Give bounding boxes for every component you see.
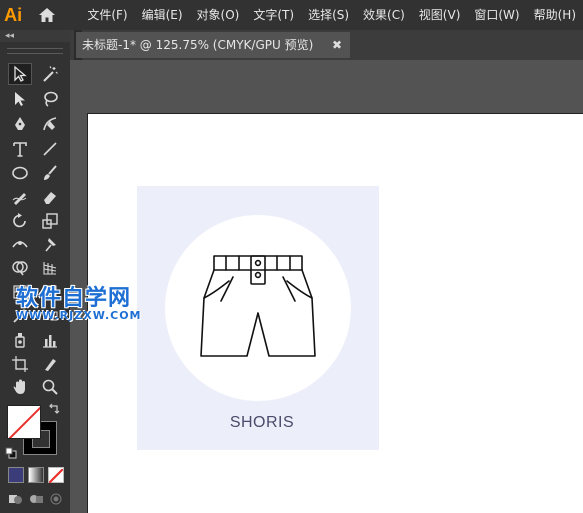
shape-builder-tool-icon[interactable] bbox=[8, 257, 32, 279]
menu-window[interactable]: 窗口(W) bbox=[467, 0, 526, 30]
lasso-tool-icon[interactable] bbox=[38, 88, 62, 110]
paintbrush-tool-icon[interactable] bbox=[38, 162, 62, 184]
menu-help[interactable]: 帮助(H) bbox=[527, 0, 583, 30]
gradient-mode-button[interactable] bbox=[28, 467, 44, 483]
rotate-tool-icon[interactable] bbox=[8, 210, 32, 232]
close-icon[interactable]: ✖ bbox=[332, 32, 342, 58]
menu-effect[interactable]: 效果(C) bbox=[356, 0, 412, 30]
column-graph-tool-icon[interactable] bbox=[38, 329, 62, 351]
scale-tool-icon[interactable] bbox=[38, 210, 62, 232]
draw-normal-icon[interactable] bbox=[8, 491, 24, 505]
home-icon[interactable] bbox=[34, 0, 60, 30]
draw-behind-icon[interactable] bbox=[28, 491, 44, 505]
type-tool-icon[interactable] bbox=[8, 138, 32, 160]
line-tool-icon[interactable] bbox=[38, 138, 62, 160]
direct-selection-tool-icon[interactable] bbox=[8, 88, 32, 110]
default-fill-stroke-icon[interactable] bbox=[5, 444, 17, 459]
magic-wand-tool-icon[interactable] bbox=[38, 63, 62, 85]
menu-bar: Ai 文件(F) 编辑(E) 对象(O) 文字(T) 选择(S) 效果(C) 视… bbox=[0, 0, 583, 30]
menu-items: 文件(F) 编辑(E) 对象(O) 文字(T) 选择(S) 效果(C) 视图(V… bbox=[80, 0, 583, 30]
swap-fill-stroke-icon[interactable] bbox=[48, 403, 60, 418]
symbol-sprayer-tool-icon[interactable] bbox=[8, 329, 32, 351]
width-tool-icon[interactable] bbox=[8, 233, 32, 255]
draw-inside-icon[interactable] bbox=[48, 491, 64, 505]
menu-edit[interactable]: 编辑(E) bbox=[135, 0, 190, 30]
eraser-tool-icon[interactable] bbox=[38, 186, 62, 208]
ellipse-tool-icon[interactable] bbox=[8, 162, 32, 184]
slice-tool-icon[interactable] bbox=[38, 353, 62, 375]
tab-document[interactable]: 未标题-1* @ 125.75% (CMYK/GPU 预览) ✖ bbox=[76, 32, 350, 58]
hand-tool-icon[interactable] bbox=[8, 376, 32, 398]
selection-tool-icon[interactable] bbox=[8, 63, 32, 85]
toolbar-grip[interactable] bbox=[7, 48, 63, 54]
app-logo: Ai bbox=[4, 4, 23, 25]
app-window: Ai 文件(F) 编辑(E) 对象(O) 文字(T) 选择(S) 效果(C) 视… bbox=[0, 0, 583, 513]
fill-swatch[interactable] bbox=[7, 405, 41, 439]
color-mode-button[interactable] bbox=[8, 467, 24, 483]
shaper-tool-icon[interactable] bbox=[8, 186, 32, 208]
puppet-warp-tool-icon[interactable] bbox=[38, 233, 62, 255]
watermark-url: WWW.RJZXW.COM bbox=[16, 309, 142, 322]
curvature-tool-icon[interactable] bbox=[38, 113, 62, 135]
menu-object[interactable]: 对象(O) bbox=[190, 0, 247, 30]
none-mode-button[interactable] bbox=[48, 467, 64, 484]
menu-file[interactable]: 文件(F) bbox=[80, 0, 134, 30]
perspective-grid-tool-icon[interactable] bbox=[38, 257, 62, 279]
document-title: 未标题-1* @ 125.75% (CMYK/GPU 预览) bbox=[82, 38, 314, 52]
menu-select[interactable]: 选择(S) bbox=[301, 0, 356, 30]
menu-view[interactable]: 视图(V) bbox=[412, 0, 468, 30]
artwork-label: SHORIS bbox=[229, 414, 295, 431]
pen-tool-icon[interactable] bbox=[8, 113, 32, 135]
zoom-tool-icon[interactable] bbox=[38, 376, 62, 398]
toolbar-collapse[interactable]: ◂◂ bbox=[0, 30, 70, 42]
menu-type[interactable]: 文字(T) bbox=[246, 0, 301, 30]
watermark-title: 软件自学网 bbox=[16, 286, 132, 311]
artboard-tool-icon[interactable] bbox=[8, 353, 32, 375]
shorts-icon[interactable] bbox=[199, 253, 317, 359]
